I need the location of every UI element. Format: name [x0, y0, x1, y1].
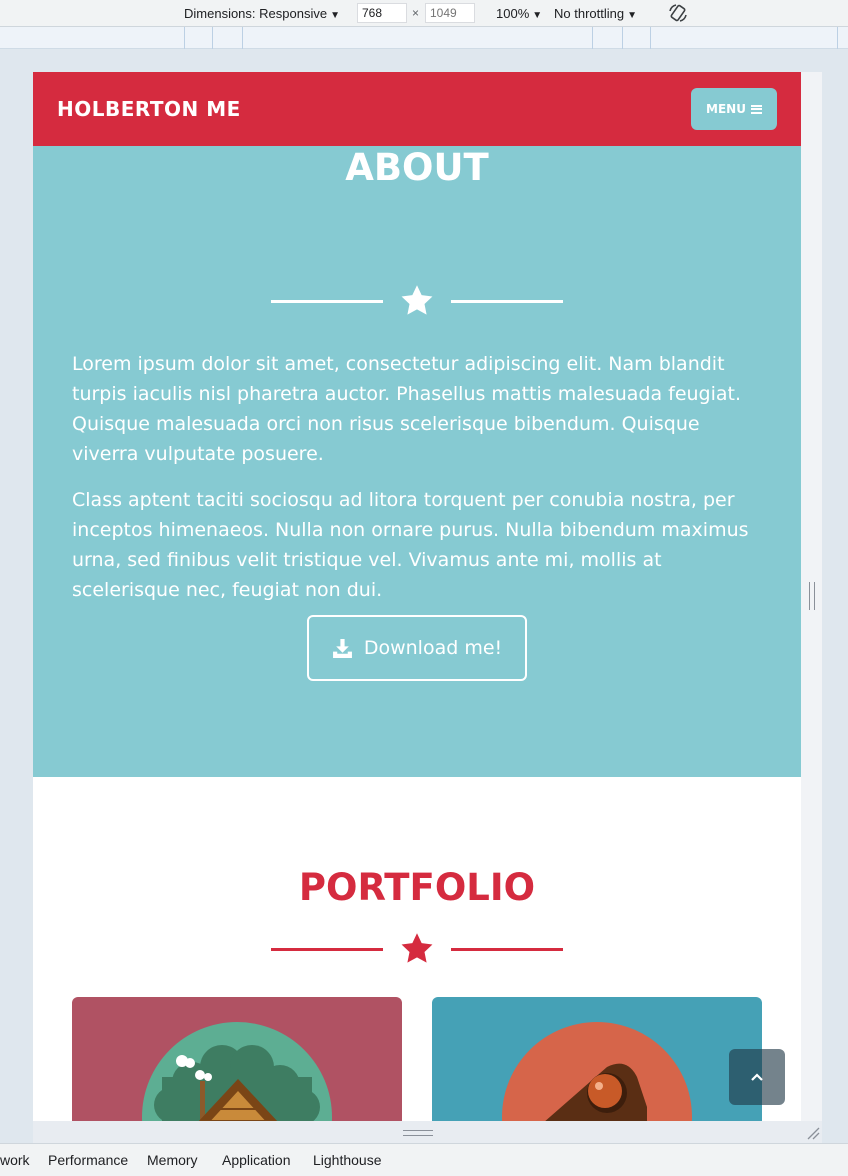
throttling-label: No throttling	[554, 6, 625, 21]
times-separator: ×	[412, 6, 420, 20]
height-input[interactable]	[425, 3, 475, 23]
scroll-to-top-button[interactable]	[729, 1049, 785, 1105]
star-icon	[401, 933, 433, 963]
tab-network[interactable]: work	[0, 1152, 30, 1168]
zoom-dropdown[interactable]: 100% ▼	[496, 6, 542, 21]
portfolio-card-cabin[interactable]	[72, 997, 402, 1121]
rotate-icon[interactable]	[667, 2, 689, 24]
caret-down-icon: ▼	[330, 10, 340, 21]
zoom-label: 100%	[496, 6, 530, 21]
devtools-device-toolbar: Dimensions: Responsive▼ × 100%▼ No throt…	[0, 0, 848, 27]
menu-button[interactable]: MENU	[691, 88, 777, 130]
tab-application[interactable]: Application	[222, 1152, 291, 1168]
star-icon	[401, 285, 433, 315]
site-navbar: HOLBERTON ME MENU	[33, 72, 801, 146]
resize-grip-icon[interactable]	[806, 1126, 820, 1140]
caret-down-icon: ▼	[532, 10, 543, 21]
download-button[interactable]: Download me!	[307, 615, 527, 681]
throttling-dropdown[interactable]: No throttling ▼	[554, 6, 637, 21]
device-viewport: HOLBERTON ME MENU ABOUT Lorem ipsum dolo…	[33, 72, 801, 1121]
cabin-illustration	[142, 1022, 332, 1121]
caret-down-icon: ▼	[627, 10, 637, 21]
width-input[interactable]	[357, 3, 407, 23]
height-resize-handle[interactable]	[403, 1130, 433, 1136]
portfolio-title: PORTFOLIO	[298, 866, 536, 909]
about-paragraph-1: Lorem ipsum dolor sit amet, consectetur …	[72, 353, 742, 465]
tab-lighthouse[interactable]: Lighthouse	[313, 1152, 382, 1168]
devtools-panel-tabs: work Performance Memory Application Ligh…	[0, 1143, 848, 1176]
site-brand[interactable]: HOLBERTON ME	[57, 97, 241, 121]
tab-memory[interactable]: Memory	[147, 1152, 198, 1168]
about-title: ABOUT	[345, 146, 489, 189]
game-illustration	[502, 1022, 692, 1121]
portfolio-card-game[interactable]	[432, 997, 762, 1121]
about-paragraph-2: Class aptent taciti sociosqu ad litora t…	[72, 489, 749, 601]
about-divider	[271, 283, 563, 319]
tab-performance[interactable]: Performance	[48, 1152, 128, 1168]
download-icon	[332, 638, 352, 658]
portfolio-divider	[271, 931, 563, 967]
media-query-ruler[interactable]	[0, 27, 848, 49]
dimensions-label: Dimensions: Responsive	[184, 6, 328, 21]
dimensions-dropdown[interactable]: Dimensions: Responsive ▼	[184, 6, 340, 21]
menu-label: MENU	[706, 102, 746, 116]
download-label: Download me!	[363, 637, 503, 659]
chevron-up-icon	[751, 1073, 763, 1081]
width-resize-handle[interactable]	[809, 582, 815, 610]
menu-bars-icon	[750, 104, 762, 114]
